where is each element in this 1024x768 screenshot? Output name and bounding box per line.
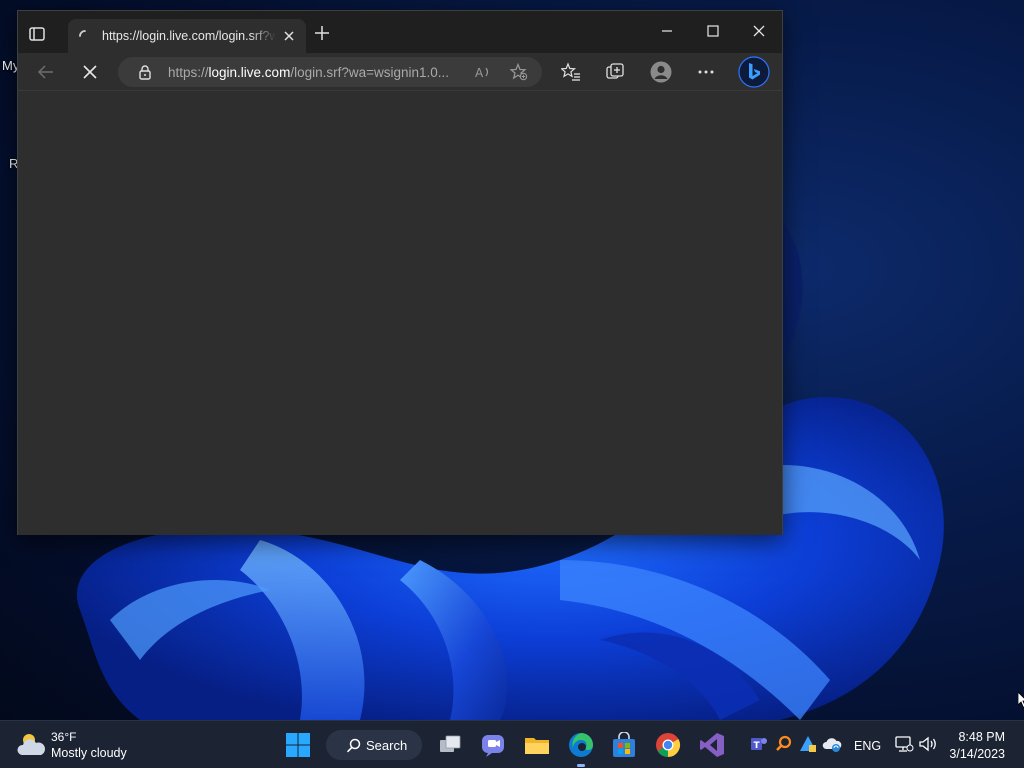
lock-icon[interactable] [137,64,153,80]
active-app-indicator [577,764,585,767]
taskbar-search-button[interactable]: Search [326,730,422,760]
network-icon[interactable] [894,735,914,753]
edge-browser-icon[interactable] [568,732,594,758]
weather-temperature[interactable]: 36°F [51,730,76,744]
search-tool-tray-icon[interactable] [775,735,793,753]
maximize-icon[interactable] [705,23,721,39]
search-label: Search [366,738,408,753]
mouse-cursor-icon [1018,692,1024,708]
teams-tray-icon[interactable]: T [750,735,768,753]
bing-copilot-icon[interactable] [738,56,770,88]
start-windows-icon[interactable] [285,732,311,758]
microsoft-store-icon[interactable] [611,732,637,758]
task-view-icon[interactable] [437,732,463,758]
loading-spinner-icon [79,30,86,37]
chrome-icon[interactable] [655,732,681,758]
browser-tab[interactable]: https://login.live.com/login.srf?wa=wsig… [68,19,306,53]
page-content[interactable] [18,91,782,535]
new-tab-icon[interactable] [314,25,330,41]
close-window-icon[interactable] [751,23,767,39]
visual-studio-icon[interactable] [699,732,725,758]
stop-loading-icon[interactable] [80,62,100,82]
read-aloud-icon[interactable]: A [474,63,492,81]
azure-data-tray-icon[interactable] [799,735,817,753]
weather-description[interactable]: Mostly cloudy [51,746,127,760]
search-icon [346,738,361,753]
cloudy-weather-icon[interactable] [16,731,46,759]
onedrive-sync-icon[interactable] [822,735,842,753]
language-indicator[interactable]: ENG [854,739,881,753]
minimize-icon[interactable] [659,23,675,39]
tab-title: https://login.live.com/login.srf?wa=wsig… [102,29,276,43]
browser-toolbar: https://login.live.com/login.srf?wa=wsig… [18,53,782,91]
collections-icon[interactable] [605,62,625,82]
clock-date[interactable]: 3/14/2023 [949,747,1005,761]
file-explorer-icon[interactable] [524,732,550,758]
address-bar[interactable]: https://login.live.com/login.srf?wa=wsig… [118,57,542,87]
profile-avatar-icon[interactable] [650,61,672,83]
close-tab-icon[interactable] [282,29,296,43]
url-text: https://login.live.com/login.srf?wa=wsig… [168,65,450,80]
add-favorite-icon[interactable] [510,63,528,81]
favorites-icon[interactable] [561,62,581,82]
teams-chat-icon[interactable] [480,732,506,758]
clock-time[interactable]: 8:48 PM [958,730,1005,744]
taskbar: 36°F Mostly cloudy Search T ENG 8:48 PM … [0,720,1024,768]
volume-icon[interactable] [918,735,938,753]
svg-text:T: T [754,741,761,751]
tab-actions-icon[interactable] [28,25,46,43]
browser-window: https://login.live.com/login.srf?wa=wsig… [17,10,783,535]
url-host: login.live.com [208,65,291,80]
title-bar: https://login.live.com/login.srf?wa=wsig… [18,11,782,53]
more-options-icon[interactable] [696,62,716,82]
back-arrow-icon[interactable] [36,62,56,82]
svg-text:A: A [475,66,484,80]
